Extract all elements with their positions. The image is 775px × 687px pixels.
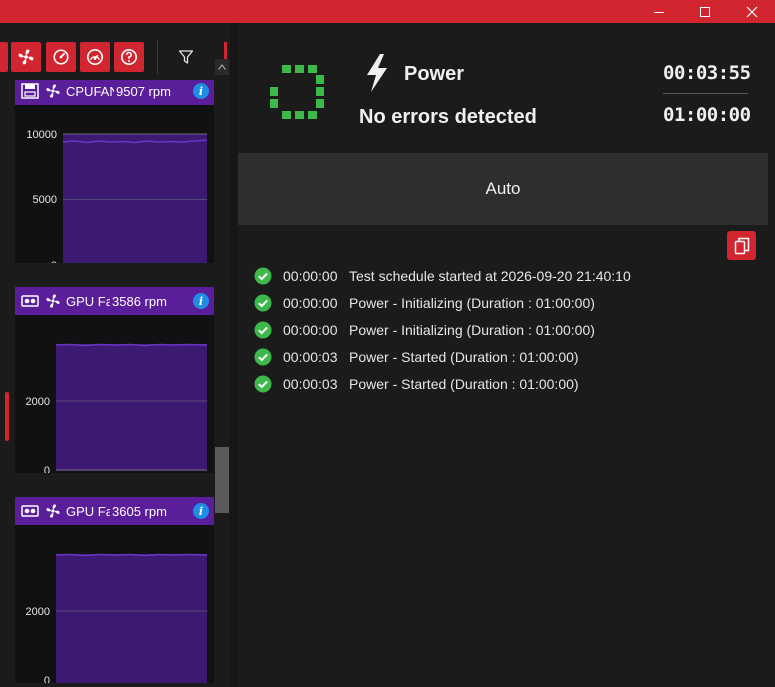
sensor-plot: 10000 5000 0 (26, 129, 208, 263)
sensor-reading: 3605 rpm (112, 503, 167, 519)
tick-label: 0 (51, 260, 57, 263)
sensor-name: CPUFAN (66, 83, 114, 99)
check-circle-icon (254, 375, 272, 393)
maximize-icon (700, 6, 710, 17)
log-timestamp: 00:00:03 (283, 348, 338, 365)
check-circle-icon (254, 294, 272, 312)
test-name: Power (404, 63, 465, 85)
log-message: Power - Initializing (Duration : 01:00:0… (349, 294, 595, 311)
scrollbar-thumb[interactable] (215, 447, 229, 513)
log-entry: 00:00:00 Test schedule started at 2026-0… (254, 262, 764, 289)
plot-fill (63, 134, 207, 263)
title-bar (0, 0, 775, 23)
gauge-button[interactable] (46, 42, 76, 72)
filter-icon (178, 50, 194, 64)
sensor-name: GPU Fan (66, 293, 110, 309)
sensor-reading: 9507 rpm (116, 83, 171, 99)
sensor-list: CPUFAN 9507 rpm i 10000 5000 0 (0, 80, 230, 687)
elapsed-time: 00:03:55 (663, 62, 751, 84)
plot-line (55, 553, 208, 557)
speedometer-icon (86, 48, 104, 66)
plot-fill (56, 344, 207, 471)
speedometer-button[interactable] (80, 42, 110, 72)
fan-icon (43, 502, 63, 520)
fan-button[interactable] (11, 42, 41, 72)
info-icon[interactable]: i (193, 503, 209, 519)
fan-icon (43, 82, 63, 100)
sensor-scrollbar[interactable] (214, 80, 230, 687)
test-duration: 01:00:00 (663, 104, 751, 126)
plot-fill (56, 554, 207, 683)
sensor-plot: 2000 0 (26, 553, 208, 683)
log-timestamp: 00:00:00 (283, 294, 338, 311)
sensor-card-header: GPU Fan 3586 rpm i (15, 287, 215, 315)
sensor-card[interactable]: GPU Fan 3605 rpm i 2000 0 (15, 497, 215, 683)
log-entry: 00:00:00 Power - Initializing (Duration … (254, 289, 764, 316)
log-message: Power - Started (Duration : 01:00:00) (349, 348, 579, 365)
minimize-button[interactable] (636, 0, 682, 23)
info-icon[interactable]: i (193, 83, 209, 99)
fan-icon (18, 49, 34, 65)
gpu-icon (20, 502, 40, 520)
cpu-icon (20, 82, 40, 100)
chevron-up-icon (218, 64, 226, 70)
log-message: Power - Started (Duration : 01:00:00) (349, 375, 579, 392)
mode-button[interactable]: Auto (238, 153, 768, 225)
check-circle-icon (254, 267, 272, 285)
tick-label: 2000 (26, 606, 50, 618)
toolbar-separator (157, 40, 158, 74)
tick-label: 5000 (33, 194, 57, 206)
log-message: Power - Initializing (Duration : 01:00:0… (349, 321, 595, 338)
log-message: Test schedule started at 2026-09-20 21:4… (349, 267, 631, 284)
event-log: 00:00:00 Test schedule started at 2026-0… (254, 262, 764, 397)
minimize-icon (654, 11, 664, 13)
tick-label: 10000 (26, 129, 57, 141)
maximize-button[interactable] (682, 0, 728, 23)
lightning-icon (367, 54, 387, 92)
sensor-panel: CPUFAN 9507 rpm i 10000 5000 0 (0, 23, 230, 687)
gpu-icon (20, 292, 40, 310)
check-circle-icon (254, 321, 272, 339)
plot-line (55, 343, 208, 347)
log-entry: 00:00:03 Power - Started (Duration : 01:… (254, 343, 764, 370)
running-status-icon (270, 65, 324, 119)
sensor-reading: 3586 rpm (112, 293, 167, 309)
sensor-toolbar (0, 40, 230, 76)
copy-icon (734, 237, 749, 254)
fan-icon (43, 292, 63, 310)
log-timestamp: 00:00:00 (283, 267, 338, 284)
check-circle-icon (254, 348, 272, 366)
log-entry: 00:00:03 Power - Started (Duration : 01:… (254, 370, 764, 397)
sensor-name: GPU Fan (66, 503, 110, 519)
sensor-card-header: CPUFAN 9507 rpm i (15, 80, 215, 105)
close-button[interactable] (729, 0, 775, 23)
time-divider (663, 93, 748, 94)
gauge-icon (53, 49, 69, 65)
toolbar-button-partial[interactable] (0, 42, 8, 72)
tick-label: 2000 (26, 396, 50, 408)
info-icon[interactable]: i (193, 293, 209, 309)
scroll-up-button[interactable] (215, 59, 229, 75)
tick-label: 0 (44, 675, 50, 683)
help-button[interactable] (114, 42, 144, 72)
help-icon (120, 48, 138, 66)
sensor-plot: 2000 0 (26, 343, 208, 473)
sensor-card[interactable]: CPUFAN 9507 rpm i 10000 5000 0 (15, 80, 215, 263)
tick-label: 0 (44, 465, 50, 473)
close-icon (746, 6, 758, 17)
copy-log-button[interactable] (727, 231, 756, 260)
sensor-card[interactable]: GPU Fan 3586 rpm i 2000 0 (15, 287, 215, 473)
status-message: No errors detected (359, 106, 537, 128)
filter-button[interactable] (171, 42, 201, 72)
sensor-card-header: GPU Fan 3605 rpm i (15, 497, 215, 525)
panel-splitter[interactable] (230, 23, 238, 687)
log-entry: 00:00:00 Power - Initializing (Duration … (254, 316, 764, 343)
log-timestamp: 00:00:03 (283, 375, 338, 392)
log-timestamp: 00:00:00 (283, 321, 338, 338)
